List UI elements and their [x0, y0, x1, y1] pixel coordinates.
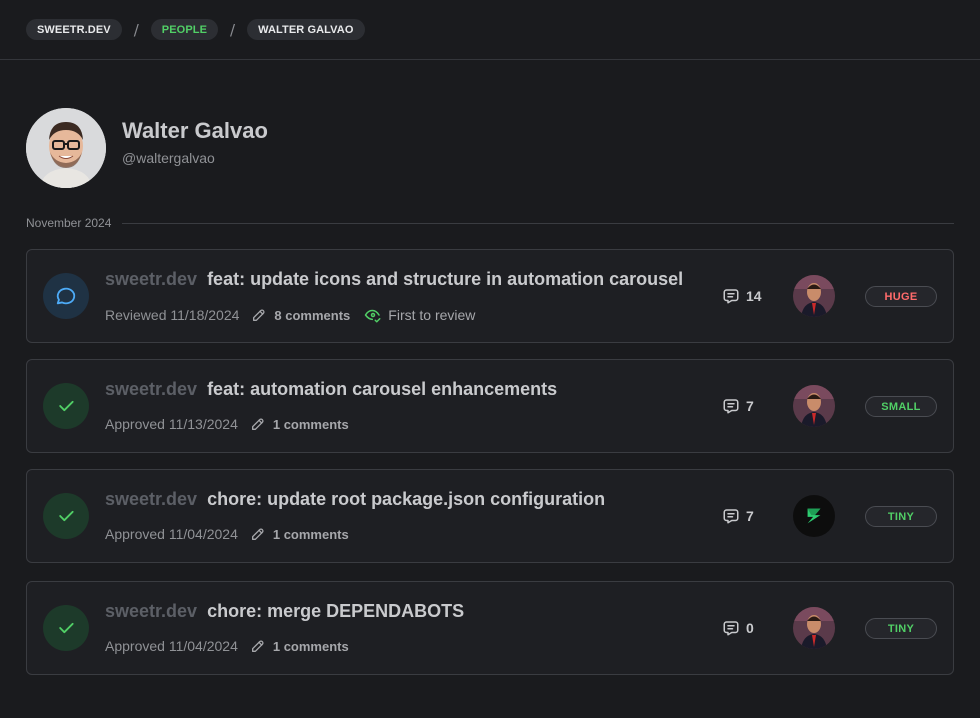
check-icon	[59, 400, 74, 412]
size-badge: TINY	[865, 506, 937, 527]
pr-card[interactable]: sweetr.dev chore: update root package.js…	[26, 469, 954, 563]
lightning-icon	[807, 508, 821, 524]
breadcrumb-item-people[interactable]: PEOPLE	[150, 19, 219, 40]
comment-count-value: 7	[746, 398, 754, 414]
size-badge: TINY	[865, 618, 937, 639]
profile-photo-icon	[26, 108, 106, 188]
message-circle-icon	[56, 287, 76, 305]
pr-card[interactable]: sweetr.dev feat: update icons and struct…	[26, 249, 954, 343]
pencil-icon	[250, 416, 266, 432]
repo-name: sweetr.dev	[105, 379, 198, 399]
first-to-review-label: First to review	[388, 307, 476, 323]
status-approved	[43, 383, 89, 429]
author-avatar[interactable]	[793, 607, 835, 649]
review-status-text: Approved 11/04/2024	[105, 638, 238, 654]
comment-count: 0	[722, 619, 754, 637]
comment-icon	[723, 399, 739, 414]
pr-title-link[interactable]: feat: update icons and structure in auto…	[207, 269, 683, 290]
avatar	[26, 108, 106, 188]
comment-count: 14	[722, 287, 762, 305]
pencil-icon	[251, 307, 267, 323]
comment-count-value: 14	[746, 288, 762, 304]
review-comments-count: 1 comments	[272, 526, 349, 542]
comment-count: 7	[722, 507, 754, 525]
bot-avatar[interactable]	[793, 495, 835, 537]
comment-icon	[723, 509, 739, 524]
status-approved	[43, 605, 89, 651]
pr-title-link[interactable]: chore: update root package.json configur…	[207, 489, 605, 510]
repo-name: sweetr.dev	[105, 601, 198, 621]
profile-name: Walter Galvao	[122, 118, 268, 143]
profile-header: Walter Galvao @waltergalvao	[26, 108, 268, 188]
review-status-text: Approved 11/04/2024	[105, 526, 238, 542]
status-approved	[43, 493, 89, 539]
status-reviewed	[43, 273, 89, 319]
pencil-icon	[250, 638, 266, 654]
month-divider: November 2024	[26, 216, 954, 230]
pr-title-link[interactable]: feat: automation carousel enhancements	[207, 379, 557, 400]
size-badge: SMALL	[865, 396, 937, 417]
pr-title-link[interactable]: chore: merge DEPENDABOTS	[207, 601, 464, 622]
eye-check-icon	[365, 309, 381, 323]
divider-line	[122, 222, 954, 224]
breadcrumb: SWEETR.DEV / PEOPLE / WALTER GALVAO	[0, 0, 980, 60]
review-comments-count: 8 comments	[274, 307, 351, 323]
pr-card[interactable]: sweetr.dev feat: automation carousel enh…	[26, 359, 954, 453]
breadcrumb-separator: /	[133, 20, 139, 39]
comment-count: 7	[722, 397, 754, 415]
profile-handle: @waltergalvao	[122, 150, 215, 166]
review-comments-count: 1 comments	[272, 416, 349, 432]
comment-count-value: 0	[746, 620, 754, 636]
review-status-text: Approved 11/13/2024	[105, 416, 238, 432]
breadcrumb-item-current: WALTER GALVAO	[247, 19, 365, 40]
breadcrumb-separator: /	[230, 20, 236, 39]
pr-card[interactable]: sweetr.dev chore: merge DEPENDABOTS Appr…	[26, 581, 954, 675]
review-comments-count: 1 comments	[272, 638, 349, 654]
check-icon	[59, 510, 74, 522]
comment-icon	[723, 289, 739, 304]
author-avatar[interactable]	[793, 385, 835, 427]
comment-icon	[723, 621, 739, 636]
repo-name: sweetr.dev	[105, 489, 198, 509]
breadcrumb-item-sweetr[interactable]: SWEETR.DEV	[26, 19, 122, 40]
pencil-icon	[250, 526, 266, 542]
month-label: November 2024	[26, 216, 112, 230]
size-badge: HUGE	[865, 286, 937, 307]
check-icon	[59, 622, 74, 634]
review-status-text: Reviewed 11/18/2024	[105, 307, 240, 323]
first-to-review-badge: First to review	[364, 306, 475, 324]
author-avatar[interactable]	[793, 275, 835, 317]
comment-count-value: 7	[746, 508, 754, 524]
repo-name: sweetr.dev	[105, 269, 198, 289]
